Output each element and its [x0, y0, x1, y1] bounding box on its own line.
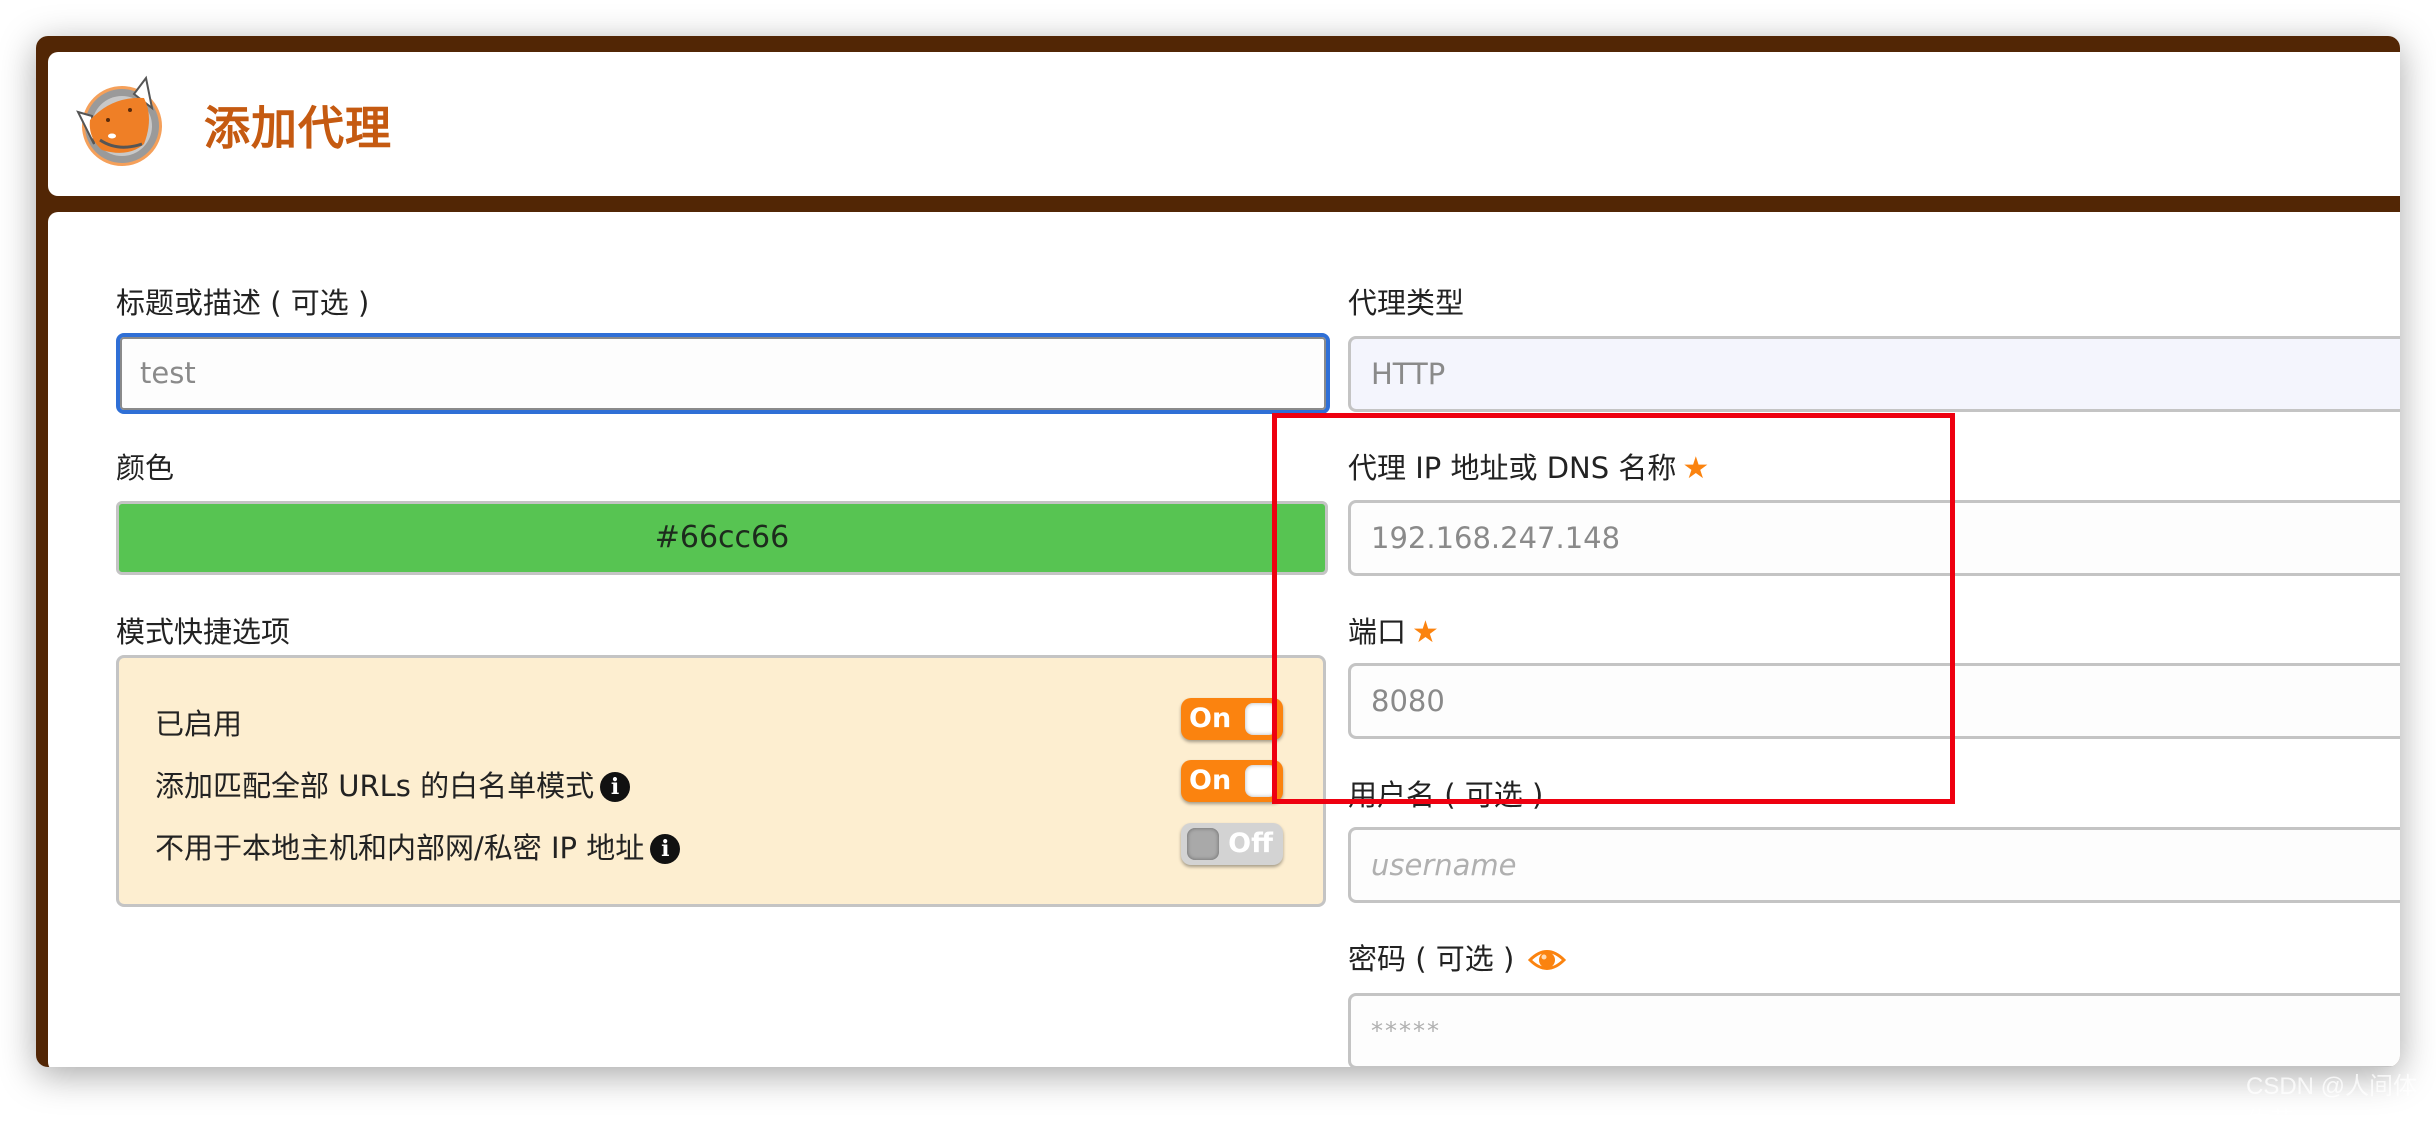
toggle-no-localhost[interactable]: Off	[1181, 823, 1283, 865]
toggle-knob	[1245, 703, 1277, 735]
username-label: 用户名 ( 可选 )	[1348, 778, 1544, 812]
pattern-shortcuts-label: 模式快捷选项	[116, 615, 291, 649]
required-star-icon: ★	[1412, 615, 1439, 650]
page-title: 添加代理	[204, 101, 392, 155]
toggle-whitelist-all[interactable]: On	[1181, 760, 1283, 802]
option-no-localhost-label: 不用于本地主机和内部网/私密 IP 地址	[155, 831, 645, 865]
color-label: 颜色	[116, 451, 175, 485]
color-picker[interactable]: #66cc66	[116, 501, 1328, 575]
toggle-state-label: Off	[1228, 828, 1273, 859]
password-input[interactable]: *****	[1348, 993, 2400, 1067]
info-icon[interactable]: i	[650, 834, 681, 864]
proxy-type-select[interactable]: HTTP	[1348, 336, 2400, 412]
pattern-shortcuts-panel: 已启用 添加匹配全部 URLs 的白名单模式 i 不用于本地主机和内部网/私密 I…	[116, 655, 1326, 907]
info-icon[interactable]: i	[600, 772, 631, 802]
option-enabled: 已启用	[155, 701, 242, 743]
title-label: 标题或描述 ( 可选 )	[116, 286, 370, 320]
proxy-host-label: 代理 IP 地址或 DNS 名称 ★	[1348, 445, 1709, 487]
username-input[interactable]: username	[1348, 827, 2400, 903]
option-no-localhost: 不用于本地主机和内部网/私密 IP 地址 i	[155, 825, 681, 867]
option-whitelist-all: 添加匹配全部 URLs 的白名单模式 i	[155, 763, 631, 805]
port-input[interactable]: 8080	[1348, 663, 2400, 739]
password-label: 密码 ( 可选 )	[1348, 936, 1567, 978]
proxy-host-label-text: 代理 IP 地址或 DNS 名称	[1348, 451, 1677, 485]
option-enabled-label: 已启用	[155, 707, 243, 741]
toggle-state-label: On	[1189, 765, 1232, 796]
eye-icon[interactable]	[1528, 947, 1567, 973]
port-label-text: 端口	[1348, 615, 1407, 649]
password-label-text: 密码 ( 可选 )	[1348, 942, 1515, 976]
foxyproxy-logo-icon	[76, 75, 162, 166]
dialog-window: 添加代理 标题或描述 ( 可选 ) test 颜色 #66cc66 模式快捷选项…	[36, 36, 2400, 1067]
proxy-type-label: 代理类型	[1348, 286, 1465, 320]
toggle-knob	[1245, 765, 1277, 797]
option-whitelist-all-label: 添加匹配全部 URLs 的白名单模式	[155, 769, 595, 803]
toggle-enabled[interactable]: On	[1181, 698, 1283, 740]
title-input[interactable]: test	[116, 333, 1330, 414]
required-star-icon: ★	[1682, 451, 1710, 486]
toggle-knob	[1187, 828, 1219, 860]
watermark: CSDN @人间体佐菲	[2246, 1073, 2418, 1135]
dialog-header: 添加代理	[48, 52, 2400, 196]
port-label: 端口 ★	[1348, 609, 1439, 651]
form-body: 标题或描述 ( 可选 ) test 颜色 #66cc66 模式快捷选项 已启用 …	[48, 212, 2400, 1067]
proxy-host-input[interactable]: 192.168.247.148	[1348, 500, 2400, 576]
toggle-state-label: On	[1189, 703, 1232, 734]
